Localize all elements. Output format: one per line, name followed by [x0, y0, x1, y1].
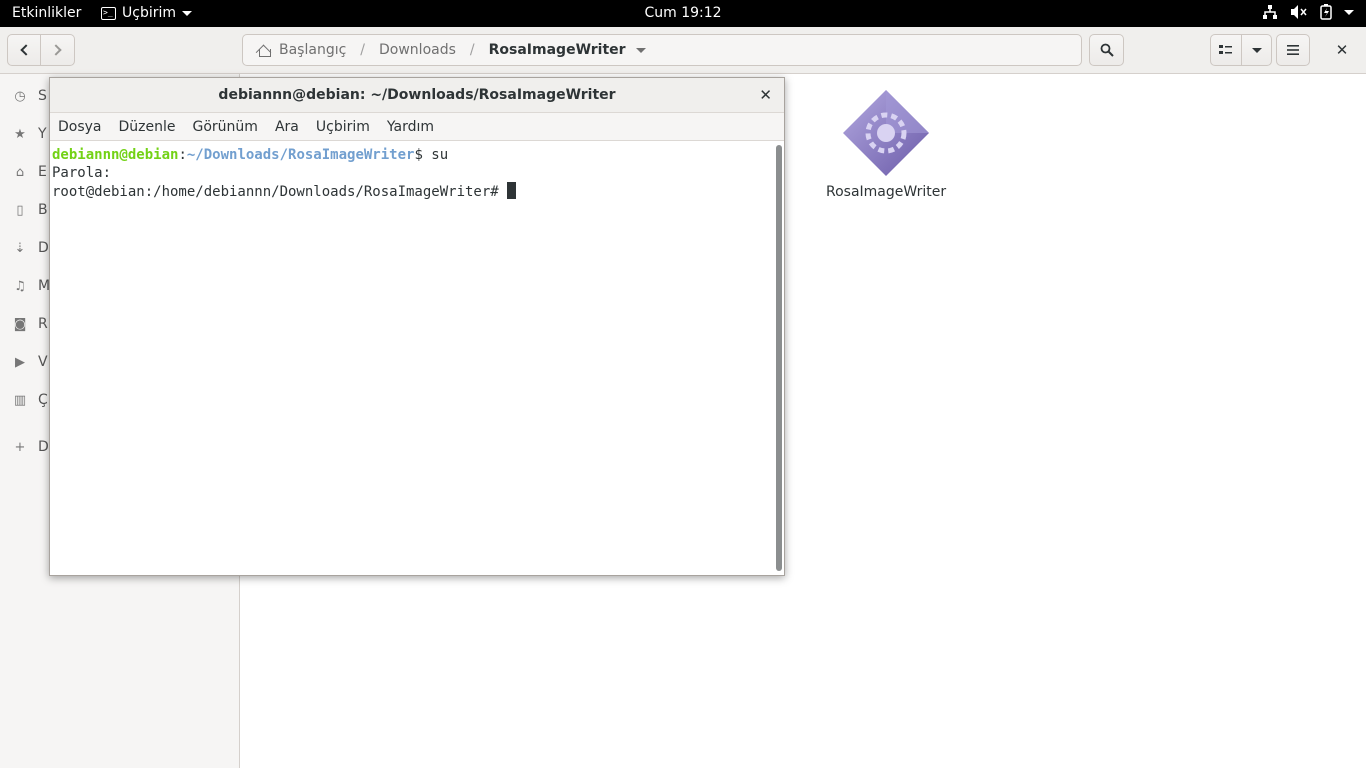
sidebar-item-trash[interactable]: ▥ Ç	[12, 390, 48, 410]
sidebar-item-music[interactable]: ♫ M	[12, 276, 50, 296]
prompt-colon: :	[178, 147, 187, 163]
sidebar-item-pictures[interactable]: ◙ R	[12, 314, 48, 334]
top-bar: Etkinlikler >_ Uçbirim Cum 19:12	[0, 0, 1366, 27]
list-view-icon	[1219, 45, 1232, 54]
chevron-right-icon	[49, 44, 62, 56]
sidebar-item-label: Y	[38, 126, 47, 142]
terminal-titlebar[interactable]: debiannn@debian: ~/Downloads/RosaImageWr…	[50, 78, 784, 113]
terminal-title: debiannn@debian: ~/Downloads/RosaImageWr…	[218, 87, 616, 103]
sidebar-item-label: V	[38, 354, 48, 370]
text-cursor	[507, 182, 517, 199]
path-dropdown-icon[interactable]	[635, 47, 646, 53]
menu-ucbirim[interactable]: Uçbirim	[316, 119, 370, 135]
battery-charging-icon	[1320, 4, 1332, 20]
system-status-area[interactable]	[1262, 4, 1354, 20]
prompt-command: $ su	[414, 147, 449, 163]
window-close-button[interactable]: ✕	[1326, 34, 1358, 66]
trash-icon: ▥	[13, 392, 27, 408]
file-item-label: RosaImageWriter	[826, 184, 947, 200]
sidebar-item-label: D	[38, 439, 49, 455]
sidebar-item-label: B	[38, 202, 48, 218]
sidebar-item-documents[interactable]: ▯ B	[12, 200, 48, 220]
videos-icon: ▶	[15, 354, 25, 370]
terminal-output[interactable]: debiannn@debian:~/Downloads/RosaImageWri…	[50, 142, 772, 575]
menu-gorunum[interactable]: Görünüm	[193, 119, 258, 135]
back-button[interactable]	[7, 34, 41, 66]
path-downloads[interactable]: Downloads	[379, 42, 456, 58]
prompt-path: ~/Downloads/RosaImageWriter	[186, 147, 415, 163]
executable-icon	[843, 90, 929, 176]
path-home[interactable]: Başlangıç	[279, 42, 346, 58]
recent-icon: ◷	[14, 88, 26, 104]
sidebar-item-label: S	[38, 88, 47, 104]
downloads-icon: ⇣	[14, 240, 26, 256]
terminal-close-button[interactable]: ✕	[759, 86, 772, 104]
file-item-rosaimagewriter[interactable]: RosaImageWriter	[826, 88, 946, 200]
terminal-scrollbar[interactable]	[776, 145, 782, 571]
sidebar-item-label: Ç	[38, 392, 48, 408]
sidebar-item-label: R	[38, 316, 48, 332]
terminal-icon: >_	[101, 6, 116, 20]
home-icon: ⌂	[15, 164, 25, 180]
prompt-user-host: debiannn@debian	[52, 147, 179, 163]
chevron-left-icon	[20, 44, 32, 56]
volume-muted-icon	[1291, 5, 1307, 19]
system-menu-arrow-icon	[1344, 9, 1354, 15]
main-menu-button[interactable]	[1276, 34, 1310, 66]
password-prompt: Parola:	[52, 165, 112, 181]
other-locations-icon: +	[14, 439, 26, 455]
documents-icon: ▯	[16, 202, 24, 218]
sidebar-item-videos[interactable]: ▶ V	[12, 352, 48, 372]
sidebar-item-starred[interactable]: ★ Y	[12, 124, 47, 144]
path-current[interactable]: RosaImageWriter	[489, 42, 626, 58]
chevron-down-icon	[182, 10, 193, 16]
sidebar-item-downloads[interactable]: ⇣ D	[12, 238, 49, 258]
chevron-down-icon	[1251, 47, 1262, 53]
app-menu[interactable]: >_ Uçbirim	[101, 5, 193, 21]
network-icon	[1263, 5, 1277, 19]
close-icon: ✕	[1335, 41, 1349, 59]
menu-yardim[interactable]: Yardım	[387, 119, 434, 135]
view-options-button[interactable]	[1242, 34, 1272, 66]
sidebar-item-label: E	[38, 164, 47, 180]
activities-button[interactable]: Etkinlikler	[12, 5, 81, 21]
root-prompt: root@debian:/home/debiannn/Downloads/Ros…	[52, 184, 508, 200]
starred-icon: ★	[14, 126, 26, 142]
app-menu-label: Uçbirim	[122, 5, 177, 21]
menu-ara[interactable]: Ara	[275, 119, 299, 135]
terminal-window: debiannn@debian: ~/Downloads/RosaImageWr…	[49, 77, 785, 576]
menu-duzenle[interactable]: Düzenle	[119, 119, 176, 135]
sidebar-item-label: D	[38, 240, 49, 256]
pictures-icon: ◙	[13, 316, 27, 332]
file-manager-headerbar: Başlangıç / Downloads / RosaImageWriter …	[0, 27, 1366, 74]
hamburger-icon	[1287, 45, 1299, 55]
path-bar: Başlangıç / Downloads / RosaImageWriter	[242, 34, 1082, 66]
terminal-menubar: Dosya Düzenle Görünüm Ara Uçbirim Yardım	[50, 113, 784, 141]
music-icon: ♫	[14, 278, 26, 294]
menu-dosya[interactable]: Dosya	[58, 119, 102, 135]
home-icon	[257, 44, 271, 57]
search-button[interactable]	[1089, 34, 1124, 66]
sidebar-item-other-locations[interactable]: + D	[12, 437, 49, 457]
sidebar-item-recent[interactable]: ◷ S	[12, 86, 47, 106]
sidebar-item-home[interactable]: ⌂ E	[12, 162, 47, 182]
search-icon	[1100, 43, 1114, 57]
view-list-button[interactable]	[1210, 34, 1242, 66]
clock[interactable]: Cum 19:12	[644, 5, 721, 21]
forward-button[interactable]	[41, 34, 75, 66]
